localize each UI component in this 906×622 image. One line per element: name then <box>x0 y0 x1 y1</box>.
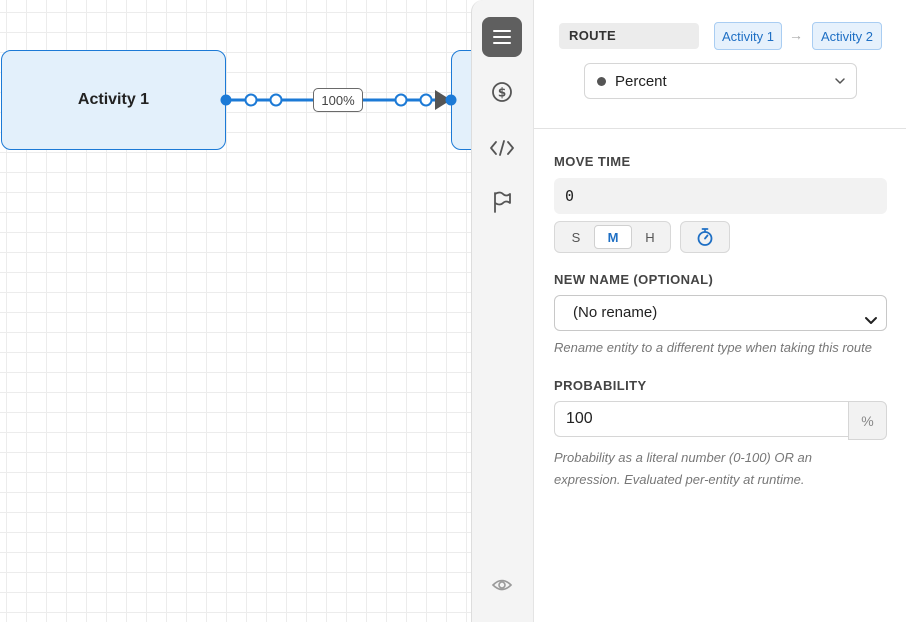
unit-hours-button[interactable]: H <box>632 225 668 249</box>
chevron-down-icon <box>864 306 878 340</box>
probability-hint-line-2: expression. Evaluated per-entity at runt… <box>554 472 805 487</box>
edge-waypoint-handle <box>244 93 258 107</box>
code-icon[interactable] <box>482 128 522 168</box>
probability-hint-line-1: Probability as a literal number (0-100) … <box>554 450 812 465</box>
edge-percent-label[interactable]: 100% <box>313 88 363 112</box>
from-activity-chip[interactable]: Activity 1 <box>714 22 782 50</box>
rename-hint: Rename entity to a different type when t… <box>554 340 872 355</box>
edge-waypoint-handle <box>269 93 283 107</box>
edge-target-handle <box>445 94 457 106</box>
to-activity-chip[interactable]: Activity 2 <box>812 22 882 50</box>
icon-rail: $ <box>471 0 534 622</box>
move-time-label: MOVE TIME <box>554 154 631 169</box>
move-time-input[interactable]: 0 <box>554 178 887 214</box>
dollar-circle-icon[interactable]: $ <box>482 72 522 112</box>
route-tag: ROUTE <box>559 23 699 49</box>
stopwatch-button[interactable] <box>680 221 730 253</box>
time-unit-toggle: S M H <box>554 221 671 253</box>
rename-select[interactable]: (No rename) <box>554 295 887 331</box>
flag-icon[interactable] <box>482 182 522 222</box>
svg-text:$: $ <box>498 86 506 100</box>
unit-seconds-button[interactable]: S <box>558 225 594 249</box>
menu-icon[interactable] <box>482 17 522 57</box>
route-arrow: → <box>789 27 803 43</box>
edge-waypoint-handle <box>394 93 408 107</box>
panel-header: ROUTE Activity 1 → Activity 2 Percent <box>534 0 906 129</box>
stopwatch-icon <box>697 228 713 246</box>
new-name-label: NEW NAME (OPTIONAL) <box>554 272 714 287</box>
unit-minutes-button[interactable]: M <box>594 225 632 249</box>
probability-input[interactable]: 100 <box>554 401 849 437</box>
route-properties-panel: ROUTE Activity 1 → Activity 2 Percent MO… <box>534 0 906 622</box>
probability-label: PROBABILITY <box>554 378 647 393</box>
route-mode-value: Percent <box>615 72 667 90</box>
edge-waypoint-handle <box>419 93 433 107</box>
eye-icon[interactable] <box>482 565 522 605</box>
chevron-down-icon <box>834 74 846 91</box>
percent-suffix: % <box>848 401 887 440</box>
mode-dot-icon <box>597 76 606 86</box>
route-mode-select[interactable]: Percent <box>584 63 857 99</box>
edge-source-handle <box>220 94 232 106</box>
rename-value: (No rename) <box>573 304 658 321</box>
